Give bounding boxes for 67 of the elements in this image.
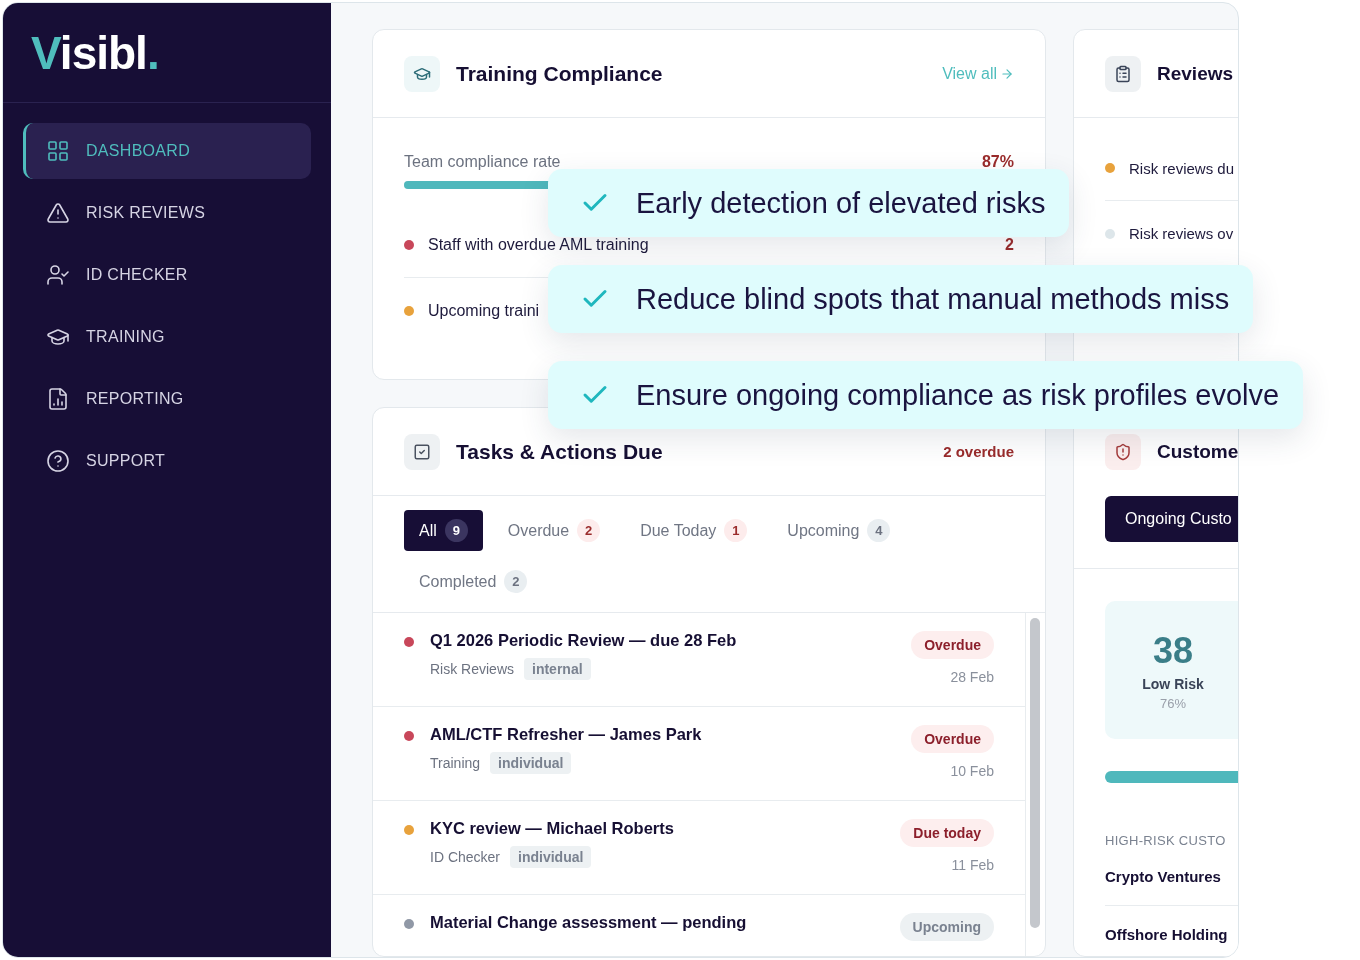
list-label: Upcoming traini [428,301,540,320]
card-title: Tasks & Actions Due [456,439,664,464]
task-title: Material Change assessment — pending [430,913,748,932]
clipboard-icon [1105,55,1141,92]
shield-icon [1105,434,1141,470]
due-date: 28 Feb [950,669,994,685]
nav-item[interactable]: SUPPORT [23,433,311,489]
card-title: Training Compliance [456,61,664,86]
status-pill: Overdue [911,725,994,753]
task-tag: internal [524,658,591,680]
section-label: HIGH-RISK CUSTO [1105,833,1227,848]
overdue-count: 2 overdue [943,443,1014,460]
callout-text: Early detection of elevated risks [636,186,1046,220]
status-pill: Upcoming [899,913,994,941]
rate-label: Team compliance rate [404,153,561,171]
status-pill: Due today [900,819,994,847]
ongoing-button[interactable]: Ongoing Custo [1105,496,1238,542]
nav-item[interactable]: TRAINING [23,309,311,365]
filter-tab[interactable]: Overdue 2 [492,510,616,551]
nav-item[interactable]: ID CHECKER [23,247,311,303]
count-badge: 4 [867,519,891,542]
rate-value: 87% [981,153,1014,171]
dashboard-icon [46,139,70,163]
task-tag: individual [510,846,592,868]
filter-tab[interactable]: All 9 [404,510,483,551]
task-category: Training [430,755,481,771]
nav-item[interactable]: DASHBOARD [23,123,311,179]
task-title: AML/CTF Refresher — James Park [430,725,703,744]
due-date: 11 Feb [951,857,994,873]
scrollbar-thumb[interactable] [1030,618,1040,928]
user-check-icon [46,263,70,287]
arrow-right-icon [1000,66,1014,81]
task-category: ID Checker [430,849,501,865]
graduation-cap-icon [404,55,440,92]
help-icon [46,449,70,473]
callout-text: Ensure ongoing compliance as risk profiles evolve [636,378,1280,412]
checkbox-icon [404,433,440,470]
list-label: Risk reviews ov [1129,225,1234,242]
count-badge: 2 [504,570,528,593]
count-badge: 9 [444,519,468,542]
due-date: 10 Feb [950,763,994,779]
task-category: Risk Reviews [430,661,514,677]
report-icon [46,387,70,411]
list-label: Risk reviews du [1129,159,1235,177]
customer-name: Crypto Ventures [1105,848,1238,906]
stat-share: 76% [1160,695,1186,711]
nav-item[interactable]: REPORTING [23,371,311,427]
filter-tab[interactable]: Upcoming 4 [772,510,906,551]
logo: Visibl. [31,25,159,80]
card-title: Custome [1157,441,1238,463]
filter-tab[interactable]: Due Today 1 [625,510,763,551]
callout-text: Reduce blind spots that manual methods miss [636,282,1230,316]
list-label: Staff with overdue AML training [428,236,649,254]
count: 2 [1005,236,1014,254]
task-title: KYC review — Michael Roberts [430,819,675,838]
warning-icon [46,201,70,225]
count-badge: 2 [577,519,601,542]
count-badge: 1 [724,519,748,542]
task-title: Q1 2026 Periodic Review — due 28 Feb [430,631,738,650]
status-pill: Overdue [911,631,994,659]
card-title: Reviews [1157,62,1235,85]
filter-tab[interactable]: Completed 2 [404,561,543,602]
task-tag: individual [490,752,572,774]
customer-name: Offshore Holding [1105,906,1238,956]
nav-item[interactable]: RISK REVIEWS [23,185,311,241]
stat-value: 38 [1152,629,1193,672]
stat-label: Low Risk [1142,675,1204,692]
